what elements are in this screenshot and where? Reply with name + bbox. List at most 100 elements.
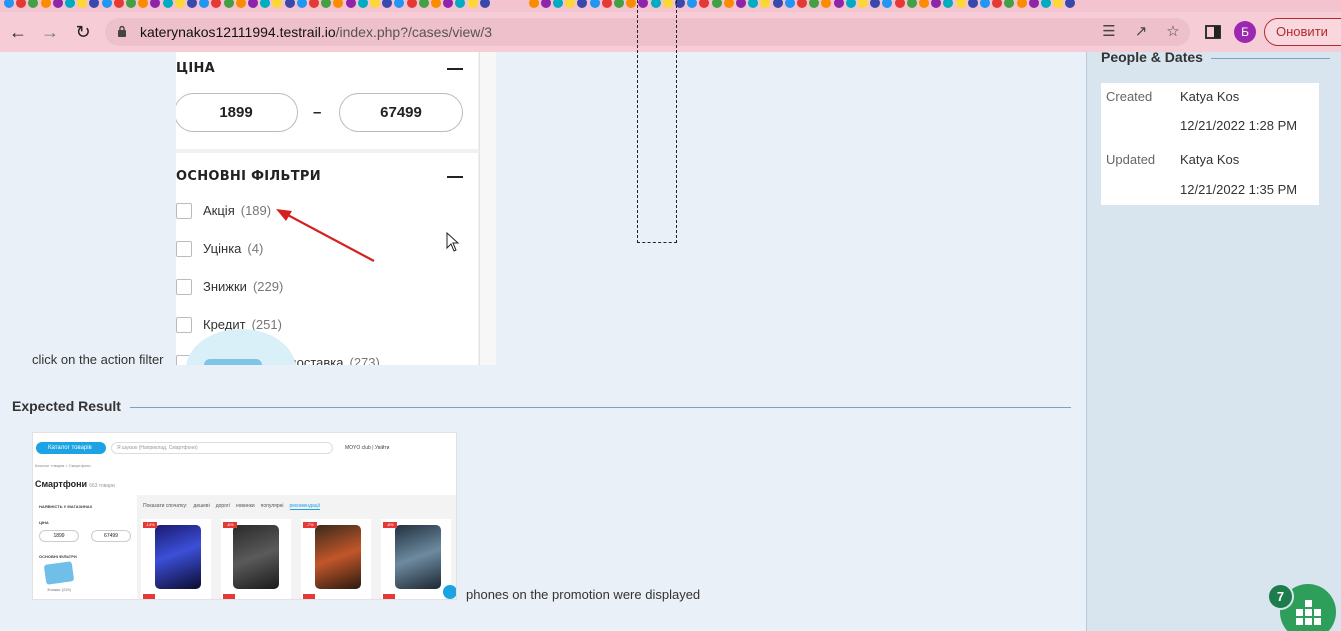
tab-favicon-icon[interactable]	[174, 0, 185, 8]
tab-favicon-icon[interactable]	[357, 0, 368, 8]
tab-favicon-icon[interactable]	[150, 0, 161, 8]
tab-favicon-icon[interactable]	[553, 0, 563, 8]
tab-favicon-icon[interactable]	[723, 0, 734, 8]
tab-favicon-icon[interactable]	[479, 0, 490, 8]
tab-favicon-icon[interactable]	[101, 0, 112, 8]
tab-favicon-icon[interactable]	[28, 0, 39, 8]
tab-favicon-icon[interactable]	[113, 0, 124, 8]
tab-favicon-icon[interactable]	[467, 0, 478, 8]
tab-favicon-icon[interactable]	[382, 0, 393, 8]
tab-favicon-icon[interactable]	[309, 0, 319, 8]
tab-favicon-icon[interactable]	[772, 0, 783, 8]
share-icon[interactable]: ↗	[1132, 23, 1150, 41]
tab-favicon-icon[interactable]	[967, 0, 978, 8]
tab-favicon-icon[interactable]	[1028, 0, 1039, 8]
tab-favicon-icon[interactable]	[16, 0, 27, 8]
tab-favicon-icon[interactable]	[443, 0, 454, 8]
tab-favicon-icon[interactable]	[4, 0, 14, 8]
tab-favicon-icon[interactable]	[40, 0, 51, 8]
tab-favicon-icon[interactable]	[955, 0, 966, 8]
tab-favicon-icon[interactable]	[601, 0, 612, 8]
tab-favicon-icon[interactable]	[845, 0, 856, 8]
tab-favicon-icon[interactable]	[748, 0, 759, 8]
expected-result-screenshot[interactable]: Каталог товарів Я шукаю (Наприклад, Смар…	[32, 432, 457, 600]
tab-favicon-icon[interactable]	[223, 0, 234, 8]
tab-favicon-icon[interactable]	[211, 0, 222, 8]
tab-favicon-icon[interactable]	[919, 0, 929, 8]
shop-price-min: 1899	[39, 530, 79, 542]
tab-favicon-icon[interactable]	[882, 0, 893, 8]
tab-favicon-icon[interactable]	[455, 0, 466, 8]
tab-favicon-icon[interactable]	[980, 0, 990, 8]
tab-favicon-icon[interactable]	[248, 0, 258, 8]
tab-favicon-icon[interactable]	[1004, 0, 1015, 8]
tab-favicon-icon[interactable]	[809, 0, 820, 8]
price-min-field: 1899	[176, 93, 298, 132]
tab-favicon-icon[interactable]	[1016, 0, 1027, 8]
tab-favicon-icon[interactable]	[418, 0, 429, 8]
reload-icon[interactable]: ↻	[71, 20, 95, 44]
tab-favicon-icon[interactable]	[77, 0, 88, 8]
tab-favicon-icon[interactable]	[833, 0, 844, 8]
tab-favicon-icon[interactable]	[528, 0, 539, 8]
discount-badge: -7%	[303, 522, 317, 528]
tab-favicon-icon[interactable]	[431, 0, 441, 8]
tab-favicon-icon[interactable]	[65, 0, 75, 8]
tab-favicon-icon[interactable]	[821, 0, 832, 8]
tab-favicon-icon[interactable]	[906, 0, 917, 8]
tab-favicon-icon[interactable]	[1053, 0, 1064, 8]
tab-favicon-icon[interactable]	[797, 0, 807, 8]
tab-favicon-icon[interactable]	[711, 0, 722, 8]
tab-favicon-icon[interactable]	[235, 0, 246, 8]
tab-favicon-icon[interactable]	[1065, 0, 1076, 8]
tab-favicon-icon[interactable]	[138, 0, 149, 8]
tab-favicon-icon[interactable]	[284, 0, 295, 8]
shop-search: Я шукаю (Наприклад, Смартфони)	[111, 442, 333, 454]
tab-favicon-icon[interactable]	[406, 0, 417, 8]
tab-favicon-icon[interactable]	[89, 0, 100, 8]
translate-icon[interactable]: ☰	[1100, 23, 1118, 41]
tab-favicon-icon[interactable]	[126, 0, 136, 8]
tab-favicon-icon[interactable]	[626, 0, 637, 8]
tab-favicon-icon[interactable]	[260, 0, 271, 8]
tab-favicon-icon[interactable]	[272, 0, 283, 8]
tab-favicon-icon[interactable]	[162, 0, 173, 8]
tab-favicon-icon[interactable]	[296, 0, 307, 8]
tab-favicon-icon[interactable]	[565, 0, 576, 8]
tab-favicon-icon[interactable]	[736, 0, 746, 8]
tab-favicon-icon[interactable]	[394, 0, 405, 8]
filters-section-title: ОСНОВНІ ФІЛЬТРИ	[176, 169, 321, 184]
bookmark-star-icon[interactable]: ☆	[1164, 23, 1182, 41]
tab-favicon-icon[interactable]	[699, 0, 710, 8]
tab-favicon-icon[interactable]	[1041, 0, 1051, 8]
tab-favicon-icon[interactable]	[577, 0, 588, 8]
checkbox-icon	[176, 279, 192, 295]
tab-favicon-icon[interactable]	[992, 0, 1003, 8]
tab-favicon-icon[interactable]	[199, 0, 210, 8]
tab-favicon-icon[interactable]	[540, 0, 551, 8]
side-panel-icon[interactable]	[1203, 22, 1223, 42]
update-browser-button[interactable]: Оновити	[1264, 18, 1341, 46]
tab-favicon-icon[interactable]	[333, 0, 344, 8]
tab-favicon-icon[interactable]	[943, 0, 954, 8]
tab-favicon-icon[interactable]	[687, 0, 698, 8]
tab-favicon-icon[interactable]	[589, 0, 600, 8]
tab-favicon-icon[interactable]	[870, 0, 881, 8]
back-icon[interactable]: ←	[6, 20, 30, 44]
tab-favicon-icon[interactable]	[894, 0, 905, 8]
tab-favicon-icon[interactable]	[614, 0, 624, 8]
mouse-cursor-icon	[446, 232, 460, 252]
tab-favicon-icon[interactable]	[858, 0, 868, 8]
tab-favicon-icon[interactable]	[784, 0, 795, 8]
tab-favicon-icon[interactable]	[345, 0, 356, 8]
tab-favicon-icon[interactable]	[760, 0, 771, 8]
profile-avatar[interactable]: Б	[1234, 21, 1256, 43]
tab-favicon-icon[interactable]	[187, 0, 197, 8]
tab-favicon-icon[interactable]	[52, 0, 63, 8]
forward-icon[interactable]: →	[38, 20, 62, 44]
created-by: Katya Kos	[1180, 89, 1240, 104]
tab-favicon-icon[interactable]	[321, 0, 332, 8]
phone-image	[155, 525, 201, 589]
tab-favicon-icon[interactable]	[931, 0, 942, 8]
tab-favicon-icon[interactable]	[370, 0, 380, 8]
